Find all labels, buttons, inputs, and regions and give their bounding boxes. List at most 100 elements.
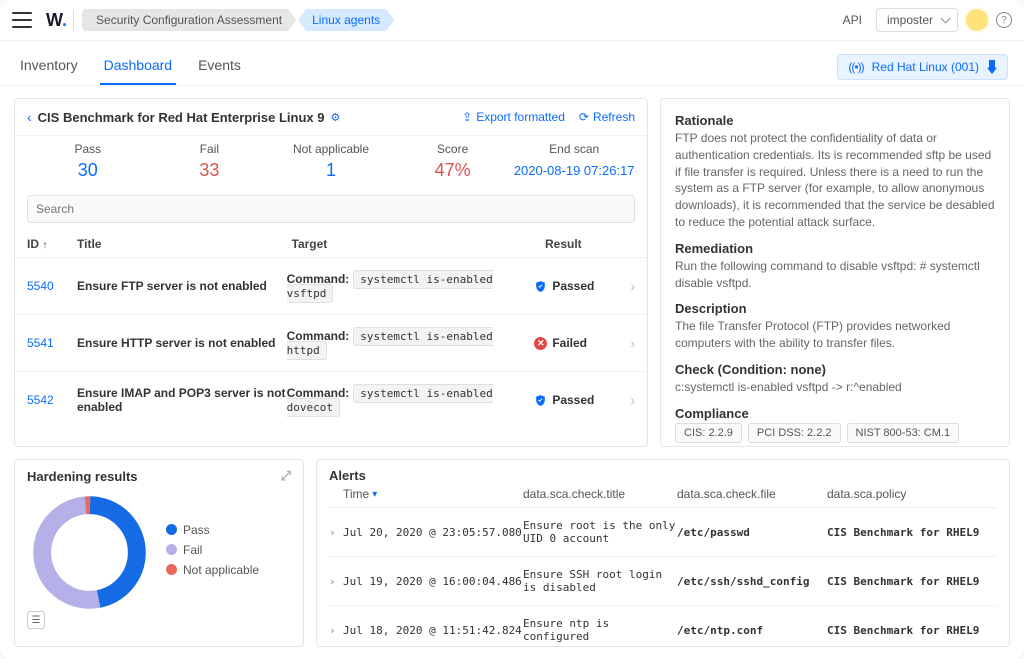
check-text: c:systemctl is-enabled vsftpd -> r:^enab… [675, 379, 995, 396]
checks-table-header: ID ↑ Title Target Result [15, 231, 647, 258]
alerts-table-header: Time ▾ data.sca.check.title data.sca.che… [329, 483, 997, 508]
alert-policy: CIS Benchmark for RHEL9 [827, 624, 997, 637]
alert-policy: CIS Benchmark for RHEL9 [827, 575, 997, 588]
hardening-panel: Hardening results ⤢ Pass Fail Not applica… [14, 459, 304, 647]
metric-fail: Fail33 [149, 142, 271, 181]
check-title: Ensure FTP server is not enabled [77, 279, 287, 293]
hardening-title: Hardening results [27, 469, 138, 484]
check-row[interactable]: 5541Ensure HTTP server is not enabledCom… [15, 315, 647, 372]
refresh-button[interactable]: ⟳ Refresh [579, 110, 635, 124]
expand-chevron-icon[interactable]: › [329, 526, 343, 539]
alert-title: Ensure ntp is configured [523, 617, 677, 643]
remediation-text: Run the following command to disable vsf… [675, 258, 995, 292]
alerts-panel: Alerts Time ▾ data.sca.check.title data.… [316, 459, 1010, 647]
help-icon[interactable]: ? [996, 12, 1012, 28]
check-row[interactable]: 5542Ensure IMAP and POP3 server is not e… [15, 372, 647, 428]
compliance-tag: NIST 800-53: CM.1 [847, 423, 960, 443]
check-row[interactable]: 5540Ensure FTP server is not enabledComm… [15, 258, 647, 315]
chevron-right-icon[interactable]: › [630, 335, 635, 351]
alert-title: Ensure root is the only UID 0 account [523, 519, 677, 545]
chevron-right-icon[interactable]: › [630, 278, 635, 294]
check-id[interactable]: 5540 [27, 279, 77, 293]
sort-desc-icon[interactable]: ▾ [372, 489, 377, 500]
compliance-tag: PCI DSS: 2.2.2 [748, 423, 841, 443]
check-id[interactable]: 5542 [27, 393, 77, 407]
alerts-col-policy[interactable]: data.sca.policy [827, 487, 997, 501]
metric-score: Score47% [392, 142, 514, 181]
check-detail-panel: Rationale FTP does not protect the confi… [660, 98, 1010, 447]
agent-badge[interactable]: ((•)) Red Hat Linux (001) [837, 54, 1008, 80]
col-result[interactable]: Result [545, 237, 635, 251]
check-target: Command:systemctl is-enabled vsftpd [287, 272, 535, 300]
back-chevron-icon[interactable]: ‹ [27, 109, 32, 125]
refresh-label: Refresh [593, 110, 635, 124]
benchmark-title: CIS Benchmark for Red Hat Enterprise Lin… [38, 110, 325, 125]
hardening-donut-chart [27, 490, 152, 615]
menu-toggle[interactable] [12, 12, 32, 28]
alert-row[interactable]: ›Jul 18, 2020 @ 11:51:42.824Ensure ntp i… [329, 606, 997, 654]
col-target[interactable]: Target [292, 237, 546, 251]
remediation-heading: Remediation [675, 241, 995, 256]
agent-badge-label: Red Hat Linux (001) [872, 60, 979, 74]
signal-icon: ((•)) [848, 60, 863, 74]
result-badge: Passed [534, 393, 624, 408]
legend-na: Not applicable [166, 563, 259, 577]
check-title: Ensure HTTP server is not enabled [77, 336, 287, 350]
export-button[interactable]: ⇪ Export formatted [462, 110, 565, 124]
compliance-heading: Compliance [675, 406, 995, 421]
chevron-right-icon[interactable]: › [630, 392, 635, 408]
alerts-col-title[interactable]: data.sca.check.title [523, 487, 677, 501]
check-title: Ensure IMAP and POP3 server is not enabl… [77, 386, 287, 414]
sort-asc-icon[interactable]: ↑ [42, 240, 47, 251]
expand-chevron-icon[interactable]: › [329, 624, 343, 637]
gear-icon[interactable]: ⚙ [330, 111, 340, 124]
compliance-tag: CIS: 2.2.9 [675, 423, 742, 443]
check-target: Command:systemctl is-enabled httpd [287, 329, 535, 357]
alert-title: Ensure SSH root login is disabled [523, 568, 677, 594]
api-label: API [837, 13, 868, 27]
description-text: The file Transfer Protocol (FTP) provide… [675, 318, 995, 352]
metric-endscan: End scan2020-08-19 07:26:17 [513, 142, 635, 181]
alert-time: Jul 19, 2020 @ 16:00:04.486 [343, 575, 523, 588]
breadcrumb-current[interactable]: Linux agents [298, 9, 394, 31]
col-title[interactable]: Title [77, 237, 292, 251]
tab-inventory[interactable]: Inventory [16, 49, 82, 85]
metric-pass: Pass30 [27, 142, 149, 181]
alert-row[interactable]: ›Jul 20, 2020 @ 23:05:57.080Ensure root … [329, 508, 997, 557]
alert-time: Jul 20, 2020 @ 23:05:57.080 [343, 526, 523, 539]
export-label: Export formatted [476, 110, 565, 124]
fail-icon: ✕ [534, 337, 547, 350]
alert-file: /etc/ssh/sshd_config [677, 575, 827, 588]
legend-fail: Fail [166, 543, 259, 557]
alert-file: /etc/passwd [677, 526, 827, 539]
alerts-col-file[interactable]: data.sca.check.file [677, 487, 827, 501]
metric-na: Not applicable1 [270, 142, 392, 181]
rationale-text: FTP does not protect the confidentiality… [675, 130, 995, 231]
alert-row[interactable]: ›Jul 19, 2020 @ 16:00:04.486Ensure SSH r… [329, 557, 997, 606]
search-input[interactable] [27, 195, 635, 223]
col-id[interactable]: ID [27, 237, 39, 251]
description-heading: Description [675, 301, 995, 316]
app-logo: W [40, 10, 74, 31]
result-badge: Passed [534, 279, 624, 294]
alert-time: Jul 18, 2020 @ 11:51:42.824 [343, 624, 523, 637]
shield-icon [534, 393, 547, 408]
alerts-title: Alerts [329, 468, 997, 483]
expand-chevron-icon[interactable]: › [329, 575, 343, 588]
user-select[interactable]: imposter [876, 8, 958, 32]
legend-pass: Pass [166, 523, 259, 537]
expand-icon[interactable]: ⤢ [281, 468, 291, 484]
check-target: Command:systemctl is-enabled dovecot [287, 386, 535, 414]
benchmark-panel: ‹ CIS Benchmark for Red Hat Enterprise L… [14, 98, 648, 447]
avatar[interactable] [966, 9, 988, 31]
shield-icon [534, 279, 547, 294]
alerts-col-time[interactable]: Time [343, 487, 369, 501]
check-heading: Check (Condition: none) [675, 362, 995, 377]
check-id[interactable]: 5541 [27, 336, 77, 350]
tab-events[interactable]: Events [194, 49, 245, 85]
result-badge: ✕ Failed [534, 336, 624, 350]
breadcrumb-category[interactable]: Security Configuration Assessment [82, 9, 296, 31]
pin-icon[interactable] [987, 60, 997, 74]
tab-dashboard[interactable]: Dashboard [100, 49, 177, 85]
rationale-heading: Rationale [675, 113, 995, 128]
